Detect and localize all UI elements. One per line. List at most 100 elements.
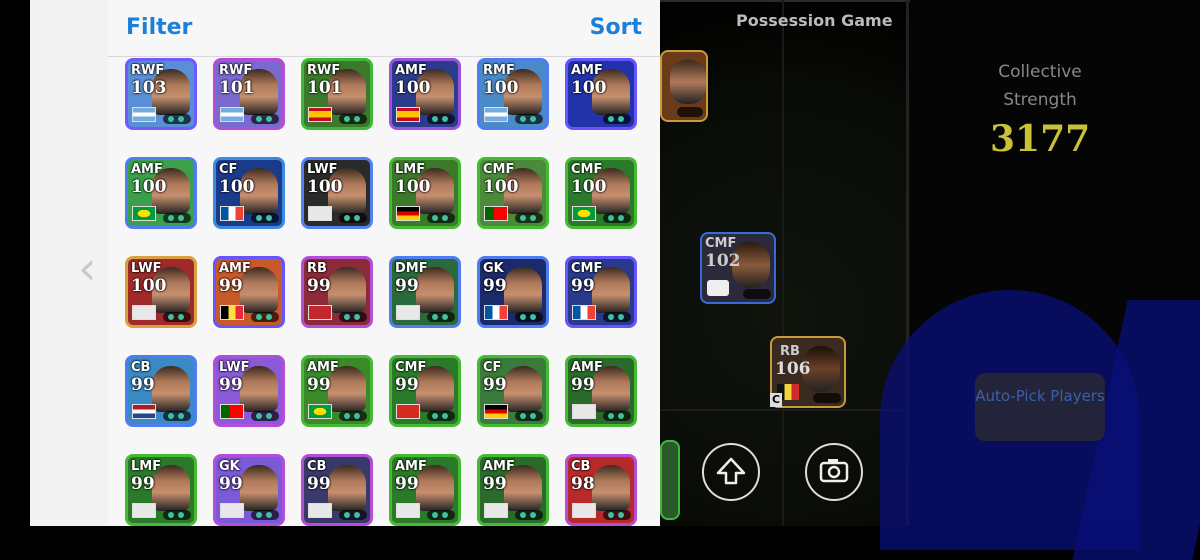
card-skill-indicator xyxy=(603,312,631,322)
card-skill-indicator xyxy=(163,114,191,124)
card-skill-indicator xyxy=(251,510,279,520)
player-card[interactable]: CMF 100 xyxy=(565,157,637,229)
nationality-flag xyxy=(396,107,420,122)
player-card[interactable]: RWF 101 xyxy=(301,58,373,130)
player-card[interactable]: CMF 100 xyxy=(477,157,549,229)
card-position: LMF xyxy=(395,162,426,177)
nationality-flag xyxy=(484,503,508,518)
nationality-flag xyxy=(484,206,508,221)
card-position: DMF xyxy=(395,261,428,276)
card-rating: 99 xyxy=(395,276,419,296)
field-card-position: CMF xyxy=(705,236,737,251)
player-card[interactable]: AMF 99 xyxy=(477,454,549,526)
upload-button[interactable] xyxy=(702,443,760,501)
card-rating: 101 xyxy=(307,78,343,98)
player-card[interactable]: CB 99 xyxy=(301,454,373,526)
player-card[interactable]: LWF 100 xyxy=(125,256,197,328)
nationality-flag xyxy=(132,206,156,221)
card-skill-indicator xyxy=(251,312,279,322)
player-card[interactable]: AMF 99 xyxy=(565,355,637,427)
nationality-flag xyxy=(132,404,156,419)
player-card[interactable]: AMF 99 xyxy=(213,256,285,328)
card-position: AMF xyxy=(395,459,427,474)
nationality-flag xyxy=(396,404,420,419)
field-player-card[interactable]: CMF 102 xyxy=(700,232,776,304)
camera-icon xyxy=(819,459,849,483)
player-card[interactable]: LWF 99 xyxy=(213,355,285,427)
card-position: CB xyxy=(131,360,151,375)
player-card[interactable]: AMF 100 xyxy=(565,58,637,130)
player-list-panel: Filter Sort RWF 103 RWF 101 RWF 101 AMF 100 RMF 1… xyxy=(108,0,660,526)
player-card[interactable]: GK 99 xyxy=(213,454,285,526)
card-position: CMF xyxy=(571,162,603,177)
nationality-flag xyxy=(220,107,244,122)
auto-pick-players-button[interactable]: Auto-Pick Players xyxy=(975,373,1105,441)
card-rating: 99 xyxy=(395,375,419,395)
camera-button[interactable] xyxy=(805,443,863,501)
player-card[interactable]: AMF 100 xyxy=(389,58,461,130)
card-position: RMF xyxy=(483,63,515,78)
player-card[interactable]: RMF 100 xyxy=(477,58,549,130)
card-position: AMF xyxy=(395,63,427,78)
player-card[interactable]: CMF 99 xyxy=(565,256,637,328)
card-skill-indicator xyxy=(603,213,631,223)
card-skill-indicator xyxy=(163,411,191,421)
card-skill-indicator xyxy=(515,411,543,421)
chevron-left-icon[interactable]: ‹ xyxy=(78,245,98,291)
player-card[interactable]: LMF 99 xyxy=(125,454,197,526)
card-rating: 103 xyxy=(131,78,167,98)
player-card[interactable]: CF 100 xyxy=(213,157,285,229)
player-card[interactable]: LWF 100 xyxy=(301,157,373,229)
card-position: CB xyxy=(307,459,327,474)
nationality-flag xyxy=(572,206,596,221)
sort-button[interactable]: Sort xyxy=(590,15,642,40)
player-card[interactable]: RWF 103 xyxy=(125,58,197,130)
card-rating: 100 xyxy=(131,276,167,296)
player-card[interactable]: CMF 99 xyxy=(389,355,461,427)
card-rating: 100 xyxy=(571,177,607,197)
card-position: AMF xyxy=(483,459,515,474)
player-card[interactable]: AMF 99 xyxy=(389,454,461,526)
card-skill-indicator xyxy=(603,114,631,124)
player-photo xyxy=(328,465,366,511)
player-card[interactable]: RWF 101 xyxy=(213,58,285,130)
field-player-card[interactable] xyxy=(660,50,708,122)
card-position: GK xyxy=(219,459,240,474)
field-player-card[interactable] xyxy=(660,440,680,520)
player-card[interactable]: LMF 100 xyxy=(389,157,461,229)
left-edge xyxy=(0,0,30,526)
card-position: LMF xyxy=(131,459,162,474)
card-rating: 99 xyxy=(131,375,155,395)
nationality-flag xyxy=(308,206,332,221)
player-card[interactable]: AMF 100 xyxy=(125,157,197,229)
card-skill-indicator xyxy=(163,510,191,520)
nationality-flag xyxy=(484,305,508,320)
card-skill-indicator xyxy=(515,312,543,322)
arrow-up-icon xyxy=(716,457,746,485)
player-card[interactable]: GK 99 xyxy=(477,256,549,328)
player-card[interactable]: RB 99 xyxy=(301,256,373,328)
player-card[interactable]: CF 99 xyxy=(477,355,549,427)
card-rating: 99 xyxy=(307,276,331,296)
nationality-flag xyxy=(220,404,244,419)
nationality-flag xyxy=(308,404,332,419)
card-position: CB xyxy=(571,459,591,474)
card-position: RWF xyxy=(131,63,165,78)
player-card[interactable]: CB 98 xyxy=(565,454,637,526)
player-card[interactable]: CB 99 xyxy=(125,355,197,427)
card-rating: 100 xyxy=(219,177,255,197)
nationality-flag xyxy=(220,206,244,221)
player-card[interactable]: DMF 99 xyxy=(389,256,461,328)
player-card-grid: RWF 103 RWF 101 RWF 101 AMF 100 RMF 100 AMF 100 AMF 1… xyxy=(125,56,655,526)
card-rating: 99 xyxy=(395,474,419,494)
card-skill-indicator xyxy=(515,510,543,520)
card-rating: 100 xyxy=(307,177,343,197)
card-position: RB xyxy=(307,261,327,276)
captain-badge: C xyxy=(770,393,782,407)
card-skill-indicator xyxy=(339,213,367,223)
filter-button[interactable]: Filter xyxy=(126,15,192,40)
pitch-line xyxy=(660,409,910,411)
card-rating: 99 xyxy=(219,375,243,395)
card-rating: 100 xyxy=(131,177,167,197)
player-card[interactable]: AMF 99 xyxy=(301,355,373,427)
